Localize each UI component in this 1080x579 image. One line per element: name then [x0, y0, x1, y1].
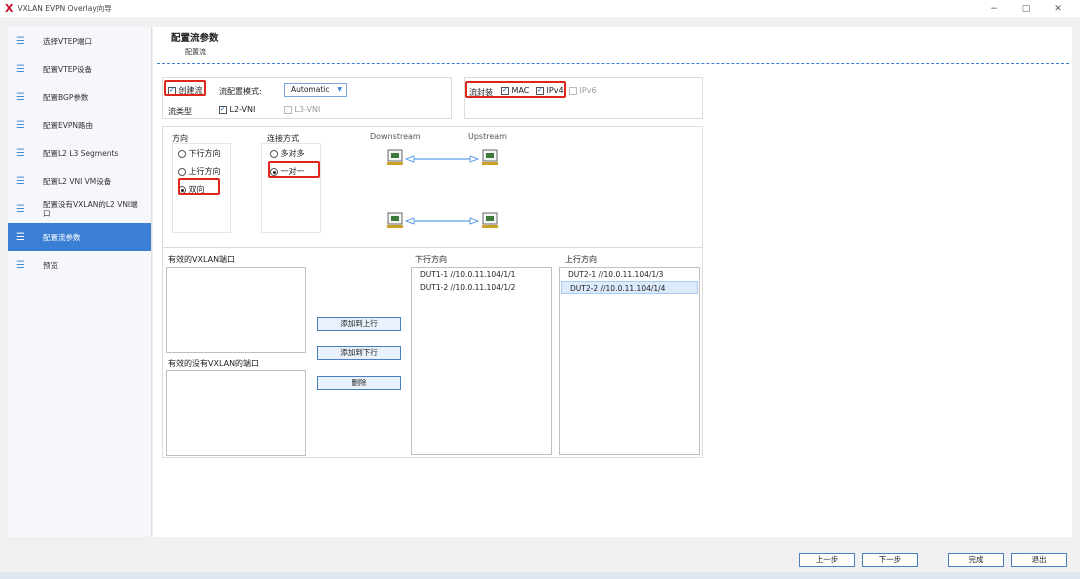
highlight-encap	[465, 81, 566, 98]
checkbox-icon[interactable]	[219, 105, 227, 114]
sidebar-item-bgp[interactable]: ☰ 配置BGP参数	[8, 83, 151, 111]
list-icon: ☰	[16, 259, 25, 271]
l2vni-checkbox[interactable]: L2-VNI	[219, 105, 255, 114]
sidebar-item-label: 预览	[43, 260, 58, 270]
list-icon: ☰	[16, 63, 25, 75]
list-icon: ☰	[16, 203, 25, 215]
wizard-sidebar: ☰ 选择VTEP端口 ☰ 配置VTEP设备 ☰ 配置BGP参数 ☰ 配置EVPN…	[8, 27, 152, 537]
list-item[interactable]: DUT1-2 //10.0.11.104/1/2	[412, 281, 551, 294]
list-icon: ☰	[16, 91, 25, 103]
list-item[interactable]: DUT1-1 //10.0.11.104/1/1	[412, 268, 551, 281]
add-downstream-button[interactable]: 添加到下行	[317, 346, 401, 360]
window-controls: − ▢ ✕	[978, 0, 1074, 17]
close-icon[interactable]: ✕	[1042, 4, 1074, 14]
sidebar-item-label: 配置BGP参数	[43, 92, 89, 102]
mode-select-value: Automatic	[291, 85, 330, 94]
computer-icon	[482, 149, 498, 165]
sidebar-item-label: 配置L2 VNI VM设备	[43, 176, 112, 186]
page-title: 配置流参数	[171, 33, 219, 44]
radio-downstream-label: 下行方向	[188, 149, 221, 158]
downstream-list[interactable]: DUT1-1 //10.0.11.104/1/1 DUT1-2 //10.0.1…	[411, 267, 552, 455]
downstream-list-label: 下行方向	[415, 255, 447, 264]
delete-button[interactable]: 删除	[317, 376, 401, 390]
list-icon: ☰	[16, 147, 25, 159]
valid-vxlan-label: 有效的VXLAN端口	[168, 255, 236, 264]
sidebar-item-label: 配置L2 L3 Segments	[43, 148, 119, 158]
taskbar-strip	[0, 572, 1080, 579]
sidebar-item-label: 配置EVPN路由	[43, 120, 94, 130]
minimize-icon[interactable]: −	[978, 4, 1010, 14]
list-icon: ☰	[16, 175, 25, 187]
page-subtitle: 配置流	[185, 48, 206, 56]
computer-icon	[387, 149, 403, 165]
mode-label: 流配置模式:	[219, 87, 262, 96]
upstream-label: Upstream	[468, 132, 507, 141]
window-title: VXLAN EVPN Overlay向导	[17, 4, 112, 13]
radio-many-to-many[interactable]: 多对多	[270, 148, 305, 159]
radio-downstream[interactable]: 下行方向	[178, 148, 221, 159]
sidebar-item-label: 配置VTEP设备	[43, 64, 92, 74]
title-bar: X VXLAN EVPN Overlay向导 − ▢ ✕	[0, 0, 1080, 17]
sidebar-item-select-vtep-port[interactable]: ☰ 选择VTEP端口	[8, 27, 151, 55]
sidebar-item-flow-params[interactable]: ☰ 配置流参数	[8, 223, 151, 251]
sidebar-item-label: 配置流参数	[43, 232, 81, 242]
list-icon: ☰	[16, 35, 25, 47]
radio-upstream[interactable]: 上行方向	[178, 166, 221, 177]
radio-many-label: 多对多	[280, 149, 305, 158]
arrow-icon	[404, 217, 480, 225]
sidebar-item-vm-device[interactable]: ☰ 配置L2 VNI VM设备	[8, 167, 151, 195]
maximize-icon[interactable]: ▢	[1010, 4, 1042, 14]
radio-upstream-label: 上行方向	[188, 167, 221, 176]
sidebar-item-segments[interactable]: ☰ 配置L2 L3 Segments	[8, 139, 151, 167]
l2vni-label: L2-VNI	[229, 105, 256, 114]
mode-select[interactable]: Automatic ▼	[284, 83, 347, 97]
ipv6-label: IPv6	[579, 86, 597, 95]
finish-button[interactable]: 完成	[948, 553, 1004, 567]
next-button[interactable]: 下一步	[862, 553, 918, 567]
main-content: 配置流参数 配置流 创建流 流配置模式: Automatic ▼ 流类型 L2-…	[153, 27, 1072, 537]
upstream-list-label: 上行方向	[565, 255, 597, 264]
list-item[interactable]: DUT2-1 //10.0.11.104/1/3	[560, 268, 699, 281]
sidebar-item-preview[interactable]: ☰ 预览	[8, 251, 151, 279]
highlight-one-to-one	[268, 161, 320, 178]
list-icon: ☰	[16, 231, 25, 243]
radio-icon[interactable]	[178, 167, 186, 176]
computer-icon	[387, 212, 403, 228]
ipv6-checkbox[interactable]: IPv6	[569, 86, 597, 95]
checkbox-icon[interactable]	[569, 86, 577, 95]
highlight-create-flow	[164, 80, 206, 96]
arrow-icon	[404, 155, 480, 163]
sidebar-item-evpn-route[interactable]: ☰ 配置EVPN路由	[8, 111, 151, 139]
list-item-selected[interactable]: DUT2-2 //10.0.11.104/1/4	[561, 281, 698, 294]
radio-icon[interactable]	[270, 149, 278, 158]
sidebar-item-non-vxlan-port[interactable]: ☰ 配置没有VXLAN的L2 VNI端口	[8, 195, 151, 223]
app-logo: X	[5, 2, 14, 15]
sidebar-item-label: 选择VTEP端口	[43, 36, 92, 46]
checkbox-icon[interactable]	[284, 105, 292, 114]
computer-icon	[482, 212, 498, 228]
radio-icon[interactable]	[178, 149, 186, 158]
topology-diagram	[387, 149, 498, 228]
connection-group: 多对多 一对一	[261, 143, 321, 233]
ports-panel: 有效的VXLAN端口 有效的没有VXLAN的端口 添加到上行 添加到下行 删除 …	[162, 247, 703, 458]
highlight-bidirectional	[178, 178, 220, 195]
l3vni-checkbox[interactable]: L3-VNI	[284, 105, 320, 114]
direction-panel: 方向 下行方向 上行方向 双向 连接方式 多对多 一对一 Downstream …	[162, 126, 703, 266]
valid-non-vxlan-label: 有效的没有VXLAN的端口	[168, 359, 260, 368]
sidebar-item-vtep-device[interactable]: ☰ 配置VTEP设备	[8, 55, 151, 83]
exit-button[interactable]: 退出	[1011, 553, 1067, 567]
valid-non-vxlan-list[interactable]	[166, 370, 306, 456]
add-upstream-button[interactable]: 添加到上行	[317, 317, 401, 331]
upstream-list[interactable]: DUT2-1 //10.0.11.104/1/3 DUT2-2 //10.0.1…	[559, 267, 700, 455]
chevron-down-icon: ▼	[337, 86, 342, 93]
l3vni-label: L3-VNI	[294, 105, 321, 114]
downstream-label: Downstream	[370, 132, 421, 141]
list-icon: ☰	[16, 119, 25, 131]
header-divider	[157, 63, 1069, 64]
sidebar-item-label: 配置没有VXLAN的L2 VNI端口	[43, 200, 138, 218]
valid-vxlan-list[interactable]	[166, 267, 306, 353]
prev-button[interactable]: 上一步	[799, 553, 855, 567]
flow-type-label: 流类型	[168, 107, 192, 116]
